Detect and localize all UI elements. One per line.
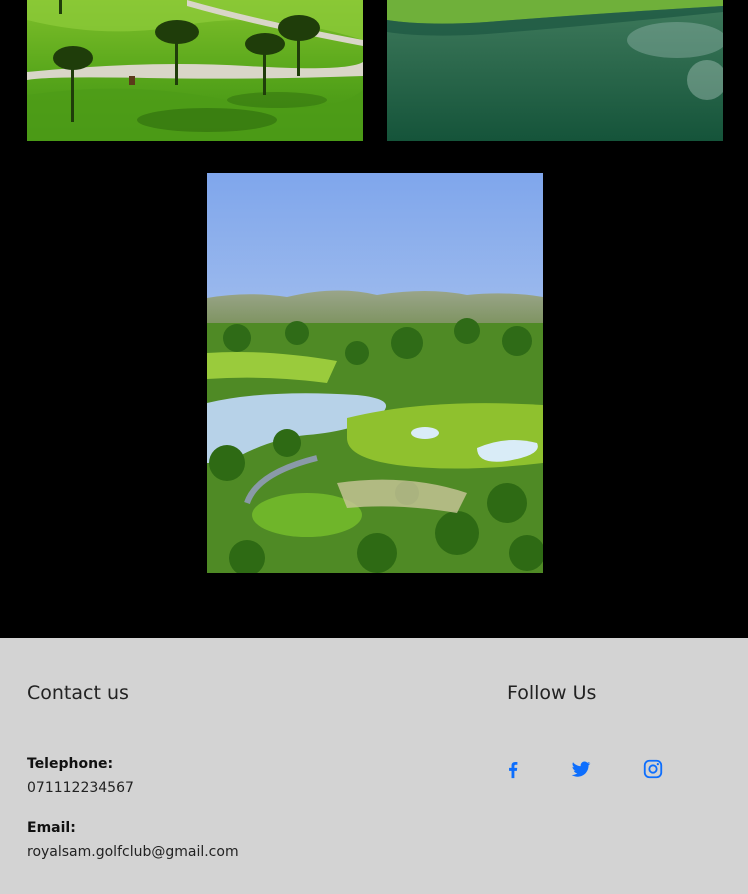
contact-us-heading: Contact us (27, 682, 129, 704)
golf-course-lake-photo (387, 0, 723, 141)
footer: Contact us Follow Us Telephone: 07111223… (0, 638, 748, 894)
aerial-golf-course-photo (207, 173, 543, 573)
follow-us-heading: Follow Us (507, 682, 597, 704)
facebook-icon[interactable] (502, 758, 524, 780)
email-label: Email: (27, 820, 76, 836)
twitter-icon[interactable] (570, 758, 592, 780)
telephone-value: 071112234567 (27, 780, 134, 796)
email-value: royalsam.golfclub@gmail.com (27, 844, 239, 860)
telephone-label: Telephone: (27, 756, 114, 772)
golf-course-trees-photo (27, 0, 363, 141)
photo-gallery (0, 0, 748, 638)
instagram-icon[interactable] (642, 758, 664, 780)
